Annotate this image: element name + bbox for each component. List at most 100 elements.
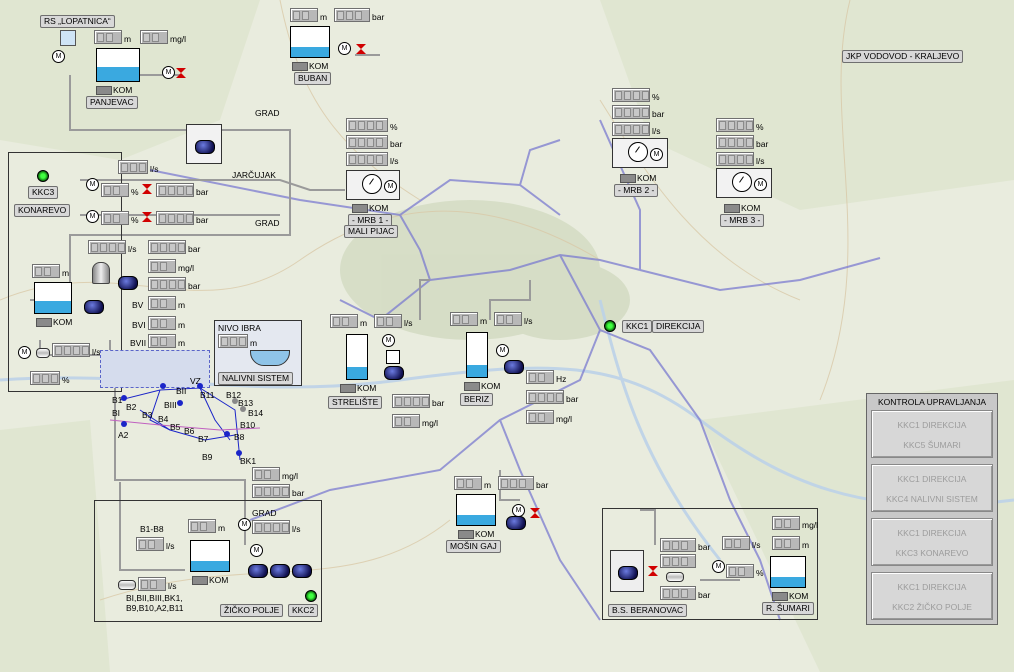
unit-bar: bar xyxy=(196,215,209,225)
strelishte-kom: KOM xyxy=(340,382,380,394)
digit-cell xyxy=(118,243,125,252)
digit-cell xyxy=(404,397,411,406)
digit-cell xyxy=(615,91,622,100)
digit-cell xyxy=(633,91,640,100)
digit-cell xyxy=(141,580,148,589)
digit-cell xyxy=(106,33,113,42)
pump-icon xyxy=(118,276,138,290)
pump-icon xyxy=(248,564,268,578)
digit-cell xyxy=(729,567,736,576)
digit-cell xyxy=(681,589,688,598)
unit-ls: l/s xyxy=(404,318,413,328)
well-dot xyxy=(236,450,242,456)
digit-cell xyxy=(159,186,166,195)
control-button-line1: KKC1 DIREKCIJA xyxy=(897,528,967,538)
digit-cell xyxy=(719,121,726,130)
digit-cell xyxy=(501,479,508,488)
grad-label: GRAD xyxy=(252,508,277,518)
digit-cell xyxy=(681,557,688,566)
motor-icon: M xyxy=(162,66,175,79)
digit-cell xyxy=(42,374,49,383)
digit-cell xyxy=(239,337,246,346)
valve-icon xyxy=(356,44,366,54)
control-button-kkc4[interactable]: KKC1 DIREKCIJA KKC4 NALIVNI SISTEM xyxy=(871,464,993,512)
beriz-level xyxy=(450,312,478,326)
digit-cell xyxy=(462,315,469,324)
unit-mgl: mg/l xyxy=(282,471,299,481)
digit-cell xyxy=(255,523,262,532)
digit-cell xyxy=(349,138,356,147)
digit-cell xyxy=(160,319,167,328)
mrb2-kom: KOM xyxy=(620,172,660,184)
zicko-grad-flow xyxy=(252,520,290,534)
motor-icon: M xyxy=(650,148,663,161)
digit-cell xyxy=(293,11,300,20)
valve-icon xyxy=(142,212,152,222)
digit-cell xyxy=(784,539,791,548)
digit-cell xyxy=(538,393,545,402)
digit-cell xyxy=(376,121,383,130)
mosin-tank xyxy=(456,494,496,526)
well-bv-label: BV xyxy=(132,300,144,310)
strelishte-level xyxy=(330,314,358,328)
digit-cell xyxy=(151,280,158,289)
unit-ls: l/s xyxy=(292,524,301,534)
digit-cell xyxy=(282,523,289,532)
digit-cell xyxy=(333,317,340,326)
motor-icon: M xyxy=(86,178,99,191)
digit-cell xyxy=(506,315,513,324)
mrb2-valve-pct xyxy=(612,88,650,102)
r-sumari-label: R. ŠUMARI xyxy=(762,602,814,615)
control-button-line2: KKC3 KONAREVO xyxy=(895,548,969,558)
digit-cell xyxy=(121,163,128,172)
bs-beranovac-label: B.S. BERANOVAC xyxy=(608,604,688,617)
strelishte-flow xyxy=(374,314,402,328)
b1-b8-flow xyxy=(136,537,164,551)
digit-cell xyxy=(44,267,51,276)
org-name-label: JKP VODOVOD - KRALJEVO xyxy=(842,50,964,63)
konarevo-chlorine xyxy=(148,259,176,273)
buban-kom: KOM xyxy=(292,60,332,72)
pump-icon xyxy=(84,300,104,314)
nivo-ibra-label: NIVO IBRA xyxy=(218,323,261,333)
filter-tank-icon xyxy=(92,262,110,284)
digit-cell xyxy=(725,539,732,548)
well-label: BI xyxy=(112,408,121,418)
digit-cell xyxy=(737,138,744,147)
digit-cell xyxy=(151,262,158,271)
intake-icon xyxy=(60,30,76,46)
unit-m: m xyxy=(360,318,368,328)
motor-icon: M xyxy=(238,518,251,531)
strelishte-label: STRELIŠTE xyxy=(328,396,383,409)
digit-cell xyxy=(775,539,782,548)
digit-cell xyxy=(615,108,622,117)
control-button-kkc2[interactable]: KKC1 DIREKCIJA KKC2 ŽIČKO POLJE xyxy=(871,572,993,620)
digit-cell xyxy=(633,125,640,134)
digit-cell xyxy=(151,319,158,328)
digit-cell xyxy=(737,155,744,164)
pump-icon xyxy=(195,140,215,154)
unit-ls: l/s xyxy=(756,156,765,166)
beriz-frequency xyxy=(526,370,554,384)
mrb3-valve-pct xyxy=(716,118,754,132)
mrb3-label: - MRB 3 - xyxy=(720,214,765,227)
digit-cell xyxy=(255,487,262,496)
unit-ls: l/s xyxy=(168,581,177,591)
digit-cell xyxy=(367,138,374,147)
bk1-pressure xyxy=(252,484,290,498)
unit-m: m xyxy=(178,300,186,310)
konarevo-label: KONAREVO xyxy=(14,204,71,217)
kkc1-status-led xyxy=(604,320,616,332)
well-dot-inactive xyxy=(232,398,238,404)
pump-icon xyxy=(292,564,312,578)
unit-pct: % xyxy=(652,92,660,102)
digit-cell xyxy=(97,33,104,42)
well-label: B8 xyxy=(234,432,245,442)
digit-cell xyxy=(169,243,176,252)
control-button-kkc5[interactable]: KKC1 DIREKCIJA KKC5 ŠUMARI xyxy=(871,410,993,458)
unit-pct: % xyxy=(390,122,398,132)
zicko-level xyxy=(188,519,216,533)
digit-cell xyxy=(738,567,745,576)
control-button-kkc3[interactable]: KKC1 DIREKCIJA KKC3 KONAREVO xyxy=(871,518,993,566)
digit-cell xyxy=(367,121,374,130)
